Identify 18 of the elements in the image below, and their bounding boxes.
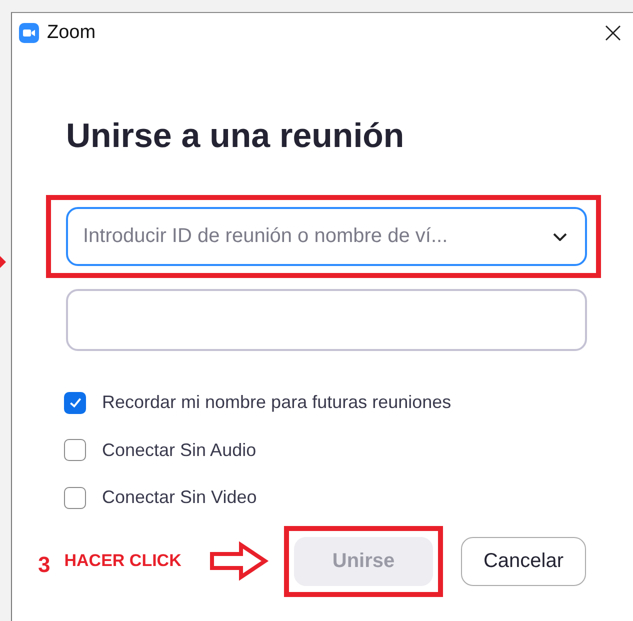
checkbox[interactable] bbox=[64, 486, 86, 509]
checkbox[interactable] bbox=[64, 392, 86, 414]
checkbox-label[interactable]: Recordar mi nombre para futuras reuniones bbox=[102, 392, 452, 414]
checkbox-label[interactable]: Conectar Sin Audio bbox=[102, 440, 256, 461]
window-title: Zoom bbox=[47, 22, 97, 44]
step-number: 3 bbox=[38, 552, 50, 578]
chevron-down-icon[interactable] bbox=[553, 233, 567, 241]
checkbox[interactable] bbox=[64, 439, 86, 462]
cancel-button[interactable]: Cancelar bbox=[461, 536, 586, 586]
video-camera-icon bbox=[19, 23, 39, 43]
instruction-label: HACER CLICK bbox=[64, 551, 182, 571]
dialog-heading: Unirse a una reunión bbox=[66, 119, 406, 153]
pointer-arrow-icon bbox=[0, 256, 6, 268]
right-arrow-icon bbox=[209, 541, 270, 581]
name-input-field[interactable] bbox=[66, 289, 587, 351]
checkbox-label[interactable]: Conectar Sin Video bbox=[102, 487, 257, 508]
close-icon[interactable] bbox=[605, 25, 621, 41]
meeting-id-input-field[interactable]: Introducir ID de reunión o nombre de ví... bbox=[66, 207, 587, 266]
